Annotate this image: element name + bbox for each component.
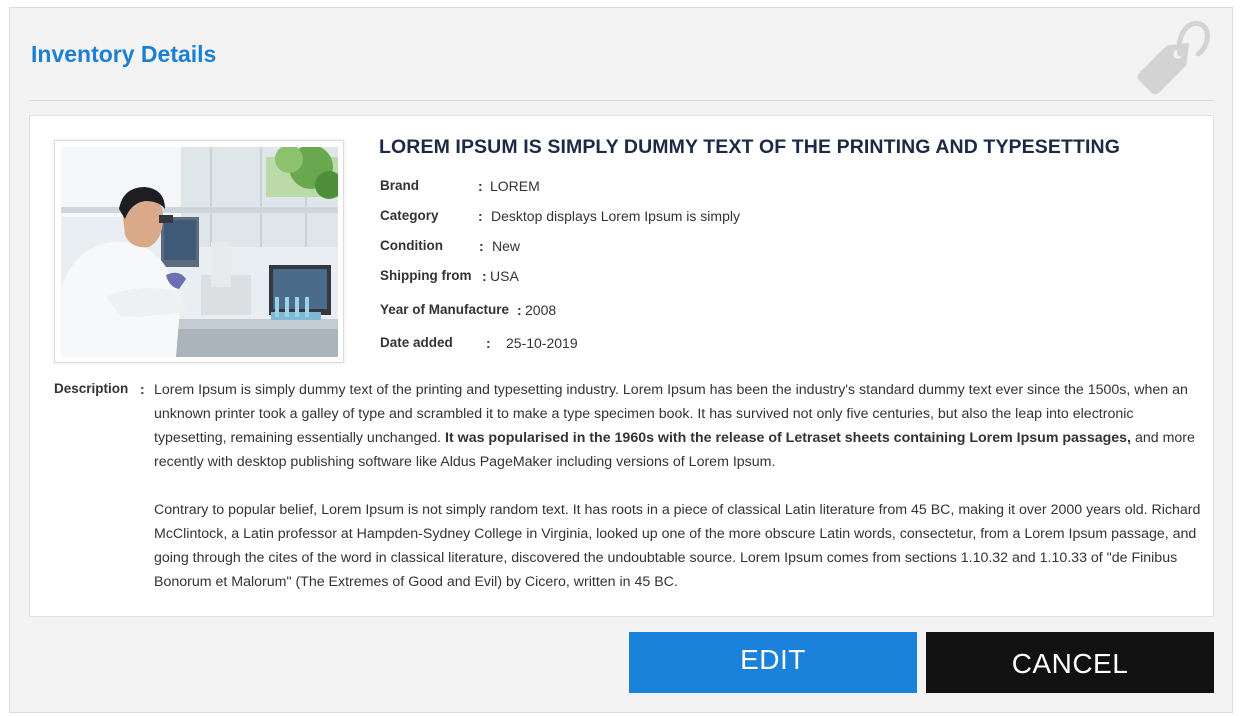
spec-label-brand: Brand bbox=[380, 178, 420, 193]
inventory-panel: Inventory Details LOREM IPSUM IS SIMPLY … bbox=[9, 7, 1233, 713]
spec-colon: : bbox=[517, 302, 522, 318]
laboratory-scientist-photo bbox=[61, 147, 338, 357]
spec-label-year-of-manufacture: Year of Manufacture bbox=[380, 302, 510, 317]
spec-colon: : bbox=[479, 238, 484, 254]
edit-button[interactable]: EDIT bbox=[629, 632, 917, 693]
product-title: LOREM IPSUM IS SIMPLY DUMMY TEXT OF THE … bbox=[379, 136, 1120, 158]
cancel-button[interactable]: CANCEL bbox=[926, 632, 1214, 693]
description-body: Lorem Ipsum is simply dummy text of the … bbox=[154, 378, 1204, 594]
description-highlight: It was popularised in the 1960s with the… bbox=[445, 430, 1131, 446]
spec-value-year-of-manufacture: 2008 bbox=[525, 302, 557, 318]
product-photo-frame bbox=[54, 140, 344, 363]
description-paragraph: Contrary to popular belief, Lorem Ipsum … bbox=[154, 502, 1201, 590]
page-title: Inventory Details bbox=[31, 41, 217, 67]
spec-colon: : bbox=[478, 178, 483, 194]
spec-colon: : bbox=[486, 335, 491, 351]
spec-value-category: Desktop displays Lorem Ipsum is simply bbox=[491, 208, 740, 224]
spec-label-date-added: Date added bbox=[380, 335, 453, 350]
description-label: Description bbox=[54, 381, 129, 396]
spec-label-condition: Condition bbox=[380, 238, 443, 253]
description-colon: : bbox=[140, 381, 145, 397]
description-paragraph: Lorem Ipsum is simply dummy text of the … bbox=[154, 378, 1204, 474]
spec-label-category: Category bbox=[380, 208, 439, 223]
product-card: LOREM IPSUM IS SIMPLY DUMMY TEXT OF THE … bbox=[29, 115, 1214, 617]
spec-value-date-added: 25-10-2019 bbox=[506, 335, 578, 351]
spec-colon: : bbox=[478, 208, 483, 224]
spec-value-condition: New bbox=[492, 238, 521, 254]
spec-label-shipping-from: Shipping from bbox=[380, 268, 472, 283]
header-divider bbox=[29, 100, 1213, 101]
spec-value-brand: LOREM bbox=[490, 178, 540, 194]
spec-value-shipping-from: USA bbox=[490, 268, 519, 284]
spec-colon: : bbox=[482, 268, 487, 284]
price-tag-icon bbox=[1137, 20, 1210, 95]
